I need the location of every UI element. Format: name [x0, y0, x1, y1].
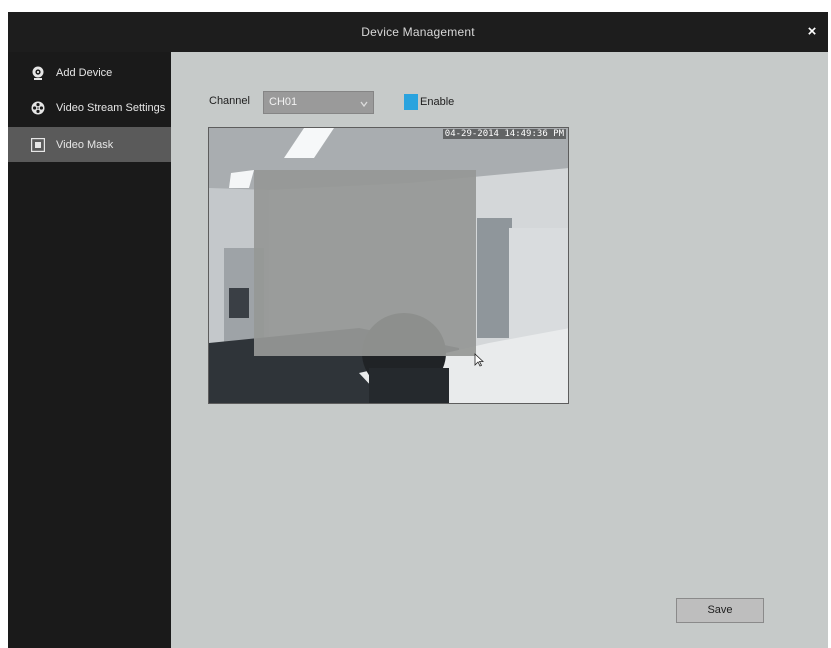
mask-square-icon — [31, 137, 45, 152]
video-mask-panel: Channel CH01 Enable 04-29-2014 14:49:36 … — [171, 52, 828, 648]
close-button[interactable]: × — [802, 22, 822, 42]
chevron-down-icon — [359, 97, 369, 109]
channel-select[interactable]: CH01 — [263, 91, 374, 114]
sidebar-item-label: Video Stream Settings — [56, 101, 166, 114]
title-bar: Device Management × — [8, 12, 828, 52]
video-timestamp: 04-29-2014 14:49:36 PM — [442, 129, 566, 139]
film-reel-icon — [31, 101, 45, 115]
sidebar: Add Device Video Stream Settings Video M… — [8, 52, 171, 648]
enable-label: Enable — [420, 96, 455, 108]
mask-region[interactable] — [254, 170, 476, 356]
sidebar-item-label: Video Mask — [56, 138, 114, 151]
enable-checkbox[interactable] — [404, 94, 418, 110]
sidebar-item-label: Add Device — [56, 66, 113, 79]
channel-label: Channel — [209, 95, 250, 107]
save-button[interactable]: Save — [676, 598, 764, 623]
webcam-icon — [31, 66, 45, 80]
window-title: Device Management — [361, 25, 475, 39]
sidebar-item-video-mask[interactable]: Video Mask — [8, 127, 171, 162]
mouse-cursor-icon — [474, 353, 484, 367]
device-management-window: Device Management × Add Device Video Str… — [8, 12, 828, 648]
sidebar-item-add-device[interactable]: Add Device — [8, 55, 171, 90]
sidebar-item-video-stream-settings[interactable]: Video Stream Settings — [8, 90, 171, 125]
channel-select-value: CH01 — [269, 96, 298, 108]
video-preview[interactable]: 04-29-2014 14:49:36 PM — [208, 127, 569, 404]
